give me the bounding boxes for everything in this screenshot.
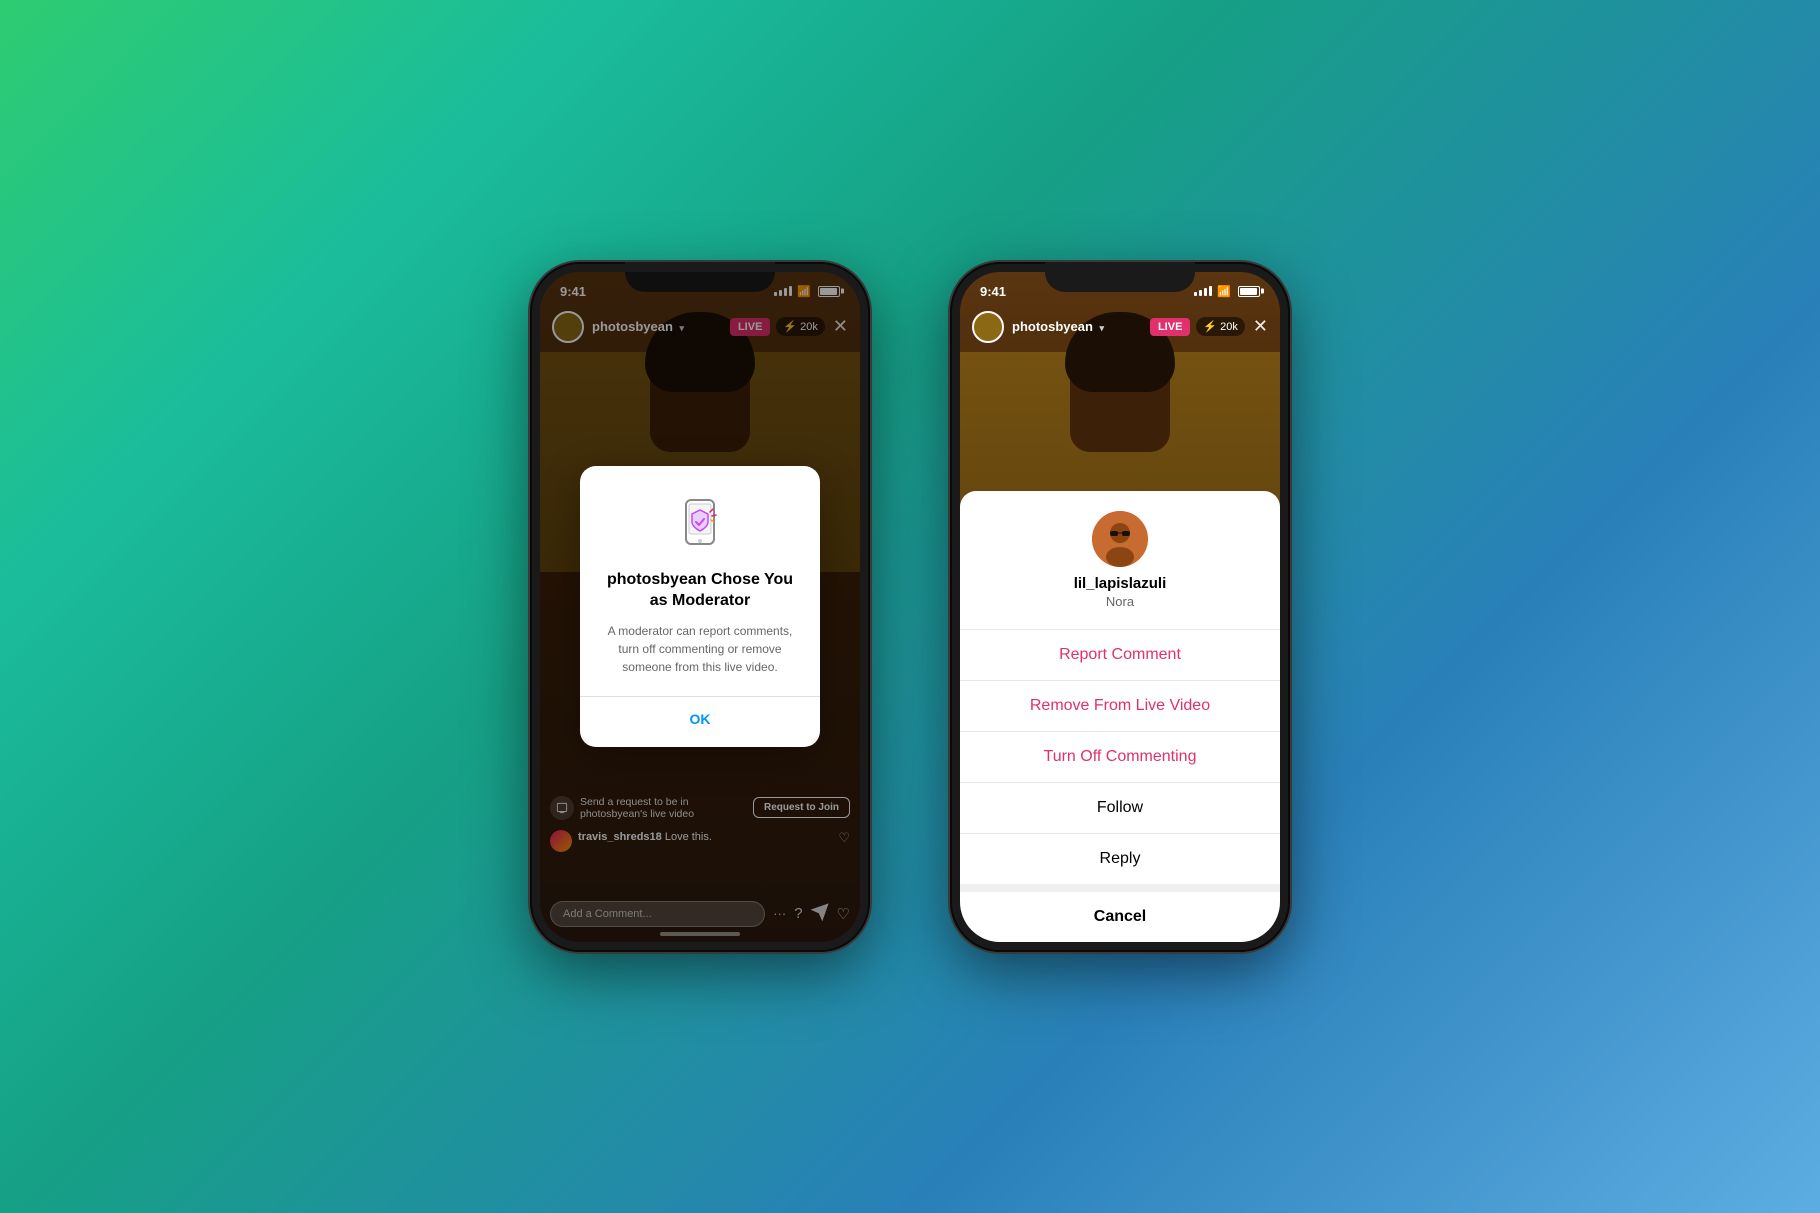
action-item-label-4-phone2: Reply [1100,850,1141,867]
signal-bar-2-p2 [1199,290,1202,296]
ig-avatar-inner-phone2 [974,313,1002,341]
signal-bar-3-p2 [1204,288,1207,296]
action-item-3-phone2[interactable]: Follow [960,783,1280,834]
ig-header-phone2: photosbyean ▾ LIVE ⚡ 20k ✕ [960,305,1280,349]
status-time-phone2: 9:41 [980,284,1006,299]
action-subname-phone2: Nora [980,594,1260,609]
action-sheet-profile-phone2: lil_lapislazuli Nora [960,491,1280,630]
phone-1: 9:41 📶 [530,262,870,952]
action-username-phone2: lil_lapislazuli [980,575,1260,592]
modal-description-phone1: A moderator can report comments, turn of… [600,622,800,676]
ig-username-phone2: photosbyean ▾ [1012,319,1142,334]
live-badge-phone2: LIVE [1150,318,1190,336]
action-item-2-phone2[interactable]: Turn Off Commenting [960,732,1280,783]
battery-icon-phone2 [1238,286,1260,297]
caret-icon-phone2: ▾ [1100,323,1105,333]
viewers-badge-phone2: ⚡ 20k [1196,317,1245,336]
phones-container: 9:41 📶 [530,262,1290,952]
signal-bar-1-p2 [1194,292,1197,296]
modal-ok-button[interactable]: OK [600,711,800,727]
battery-fill-phone2 [1240,288,1257,295]
action-item-label-3-phone2: Follow [1097,799,1143,816]
action-sheet-card-phone2: lil_lapislazuli Nora Report Comment Remo… [960,491,1280,884]
modal-card-phone1: photosbyean Chose You as Moderator A mod… [580,466,820,747]
wifi-icon-phone2: 📶 [1217,285,1231,298]
action-item-0-phone2[interactable]: Report Comment [960,630,1280,681]
action-avatar-phone2 [1092,511,1148,567]
signal-bars-phone2 [1194,286,1212,296]
phone-2: 9:41 📶 [950,262,1290,952]
modal-overlay-phone1: photosbyean Chose You as Moderator A mod… [540,272,860,942]
action-item-1-phone2[interactable]: Remove From Live Video [960,681,1280,732]
home-indicator-phone1 [660,932,740,936]
action-item-label-0-phone2: Report Comment [1059,646,1181,663]
moderator-icon [670,494,730,554]
phone-1-screen: 9:41 📶 [540,272,860,942]
action-sheet-phone2: lil_lapislazuli Nora Report Comment Remo… [960,491,1280,942]
status-icons-phone2: 📶 [1194,285,1260,298]
status-bar-phone2: 9:41 📶 [960,272,1280,305]
modal-divider-phone1 [580,696,820,697]
action-item-4-phone2[interactable]: Reply [960,834,1280,884]
home-indicator-phone2 [1080,932,1160,936]
signal-bar-4-p2 [1209,286,1212,296]
ig-avatar-phone2 [972,311,1004,343]
modal-title-phone1: photosbyean Chose You as Moderator [600,570,800,612]
action-item-label-1-phone2: Remove From Live Video [1030,697,1210,714]
action-item-label-2-phone2: Turn Off Commenting [1044,748,1197,765]
close-button-phone2[interactable]: ✕ [1253,316,1268,337]
phone-2-screen: 9:41 📶 [960,272,1280,942]
